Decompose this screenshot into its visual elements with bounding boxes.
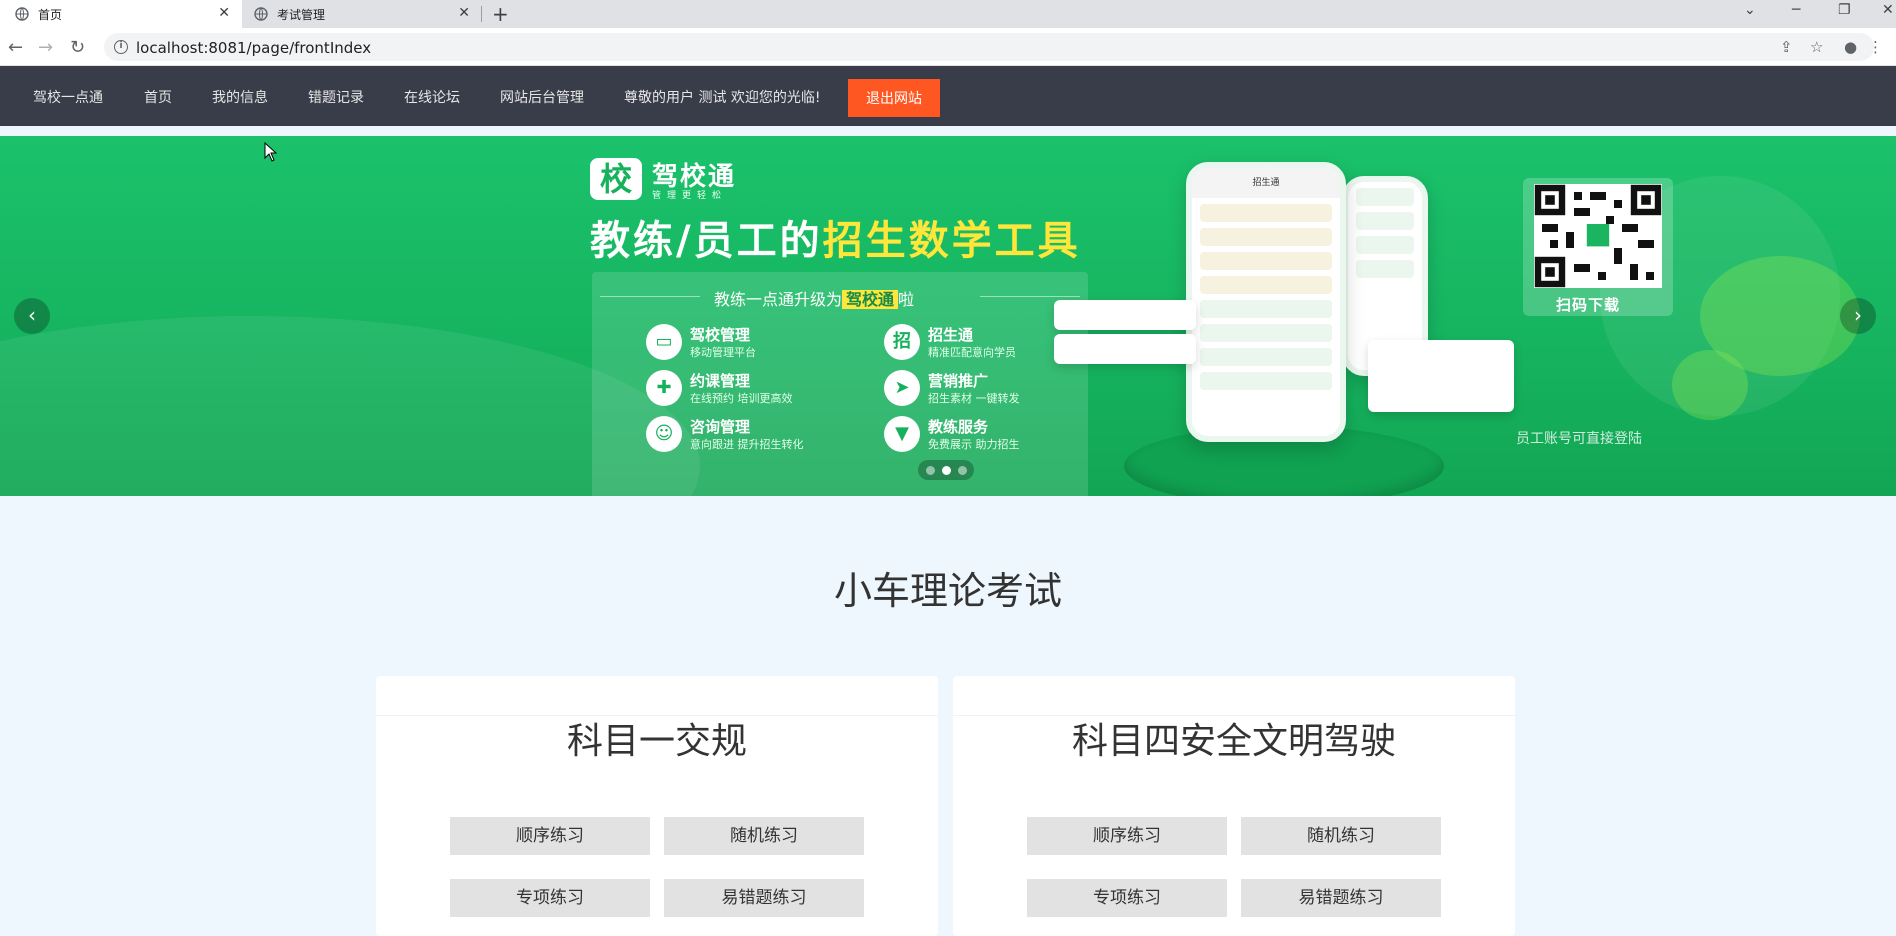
url-text: localhost:8081/page/frontIndex bbox=[136, 39, 372, 57]
restore-icon[interactable]: ❐ bbox=[1838, 2, 1851, 18]
nav-item-wrong-records[interactable]: 错题记录 bbox=[308, 87, 364, 107]
enroll-icon: 招 bbox=[884, 324, 920, 360]
globe-icon bbox=[254, 7, 268, 21]
paper-plane-icon: ➤ bbox=[884, 370, 920, 406]
tie-icon: ▼ bbox=[884, 416, 920, 452]
staff-login-note: 员工账号可直接登陆 bbox=[1516, 431, 1642, 447]
welcome-text: 尊敬的用户 测试 欢迎您的光临! bbox=[624, 90, 821, 106]
nav-item-my-info[interactable]: 我的信息 bbox=[212, 87, 268, 107]
error-prone-practice-button[interactable]: 易错题练习 bbox=[664, 879, 864, 917]
exam-card-subject-one: 科目一交规 顺序练习 随机练习 专项练习 易错题练习 bbox=[376, 676, 938, 936]
topic-practice-button[interactable]: 专项练习 bbox=[1027, 879, 1227, 917]
globe-icon bbox=[15, 7, 29, 21]
nav-item-brand[interactable]: 驾校一点通 bbox=[33, 87, 103, 107]
logo-subtitle: 管理更轻松 bbox=[652, 191, 728, 201]
feature-school-management: ▭ 驾校管理 移动管理平台 bbox=[646, 322, 866, 362]
exam-card-subject-four: 科目四安全文明驾驶 顺序练习 随机练习 专项练习 易错题练习 bbox=[953, 676, 1515, 936]
close-tab-icon[interactable]: ✕ bbox=[218, 5, 230, 21]
feature-class-booking: ✚ 约课管理 在线预约 培训更高效 bbox=[646, 368, 866, 408]
site-nav: 驾校一点通 首页 我的信息 错题记录 在线论坛 网站后台管理 尊敬的用户 测试 … bbox=[0, 66, 1896, 126]
phone-mockup-front: 招生通 bbox=[1186, 162, 1346, 442]
banner-carousel[interactable]: 校 驾校通 管理更轻松 教练/员工的招生数学工具 教练一点通升级为 驾校通啦 ▭ … bbox=[0, 136, 1896, 496]
divider-line bbox=[600, 296, 700, 297]
star-icon[interactable]: ☆ bbox=[1810, 38, 1823, 56]
carousel-dot-3[interactable] bbox=[958, 466, 967, 475]
menu-dots-icon[interactable]: ⋮ bbox=[1868, 38, 1883, 56]
card-title: 科目四安全文明驾驶 bbox=[1071, 721, 1396, 762]
section-title: 小车理论考试 bbox=[833, 569, 1062, 613]
card-title: 科目一交规 bbox=[566, 721, 747, 762]
tab-search-chevron-icon[interactable]: ⌄ bbox=[1744, 2, 1756, 18]
share-icon[interactable]: ⇪ bbox=[1780, 38, 1793, 56]
browser-tab-exam[interactable]: 考试管理 ✕ bbox=[242, 0, 482, 28]
qr-download-label: 扫码下载 bbox=[1556, 296, 1621, 314]
qr-code-icon bbox=[1534, 184, 1662, 288]
feature-marketing: ➤ 营销推广 招生素材 一键转发 bbox=[884, 368, 1104, 408]
sequential-practice-button[interactable]: 顺序练习 bbox=[450, 817, 650, 855]
feature-coach-service: ▼ 教练服务 免费展示 助力招生 bbox=[884, 414, 1104, 454]
nav-item-admin[interactable]: 网站后台管理 bbox=[500, 87, 584, 107]
url-field[interactable]: i localhost:8081/page/frontIndex ⇪ ☆ ● ⋮ bbox=[104, 33, 1883, 61]
carousel-indicators bbox=[918, 460, 974, 480]
jxt-logo-icon: 校 bbox=[590, 158, 642, 200]
browser-tab-label: 首页 bbox=[38, 8, 63, 22]
sequential-practice-button[interactable]: 顺序练习 bbox=[1027, 817, 1227, 855]
carousel-prev-chevron-icon[interactable]: ‹ bbox=[14, 298, 50, 334]
address-bar: ← → ↻ i localhost:8081/page/frontIndex ⇪… bbox=[0, 28, 1896, 66]
floating-coach-card bbox=[1368, 340, 1514, 412]
new-tab-icon[interactable]: + bbox=[492, 2, 509, 26]
exit-site-button[interactable]: 退出网站 bbox=[848, 79, 940, 117]
card-header bbox=[953, 676, 1515, 716]
floating-student-card bbox=[1054, 300, 1196, 330]
nav-item-home[interactable]: 首页 bbox=[144, 87, 172, 107]
profile-icon[interactable]: ● bbox=[1844, 38, 1857, 56]
divider-line bbox=[980, 296, 1080, 297]
browser-tab-home[interactable]: 首页 ✕ bbox=[0, 0, 242, 28]
grid-icon: ✚ bbox=[646, 370, 682, 406]
tab-divider bbox=[481, 6, 482, 22]
banner-circle-decoration bbox=[1672, 350, 1748, 420]
carousel-next-chevron-icon[interactable]: › bbox=[1840, 298, 1876, 334]
info-icon[interactable]: i bbox=[114, 40, 128, 54]
feature-consulting: ☺ 咨询管理 意向跟进 提升招生转化 bbox=[646, 414, 866, 454]
random-practice-button[interactable]: 随机练习 bbox=[1241, 817, 1441, 855]
random-practice-button[interactable]: 随机练习 bbox=[664, 817, 864, 855]
error-prone-practice-button[interactable]: 易错题练习 bbox=[1241, 879, 1441, 917]
forward-arrow-icon[interactable]: → bbox=[38, 37, 53, 58]
floating-student-card bbox=[1054, 334, 1196, 364]
browser-tab-label: 考试管理 bbox=[277, 8, 326, 22]
reload-icon[interactable]: ↻ bbox=[70, 37, 85, 58]
browser-tab-bar: 首页 ✕ 考试管理 ✕ + ⌄ ─ ❐ ✕ bbox=[0, 0, 1896, 28]
close-window-icon[interactable]: ✕ bbox=[1882, 2, 1894, 18]
chat-icon: ☺ bbox=[646, 416, 682, 452]
monitor-icon: ▭ bbox=[646, 324, 682, 360]
mouse-cursor-icon bbox=[264, 142, 278, 162]
carousel-dot-1[interactable] bbox=[926, 466, 935, 475]
carousel-dot-2[interactable] bbox=[942, 466, 951, 475]
nav-item-forum[interactable]: 在线论坛 bbox=[404, 87, 460, 107]
close-tab-icon[interactable]: ✕ bbox=[458, 5, 470, 21]
card-header bbox=[376, 676, 938, 716]
minimize-icon[interactable]: ─ bbox=[1792, 2, 1800, 18]
banner-headline: 教练/员工的招生数学工具 bbox=[590, 218, 1081, 264]
topic-practice-button[interactable]: 专项练习 bbox=[450, 879, 650, 917]
upgrade-text: 教练一点通升级为 驾校通啦 bbox=[714, 290, 915, 309]
back-arrow-icon[interactable]: ← bbox=[8, 37, 23, 58]
